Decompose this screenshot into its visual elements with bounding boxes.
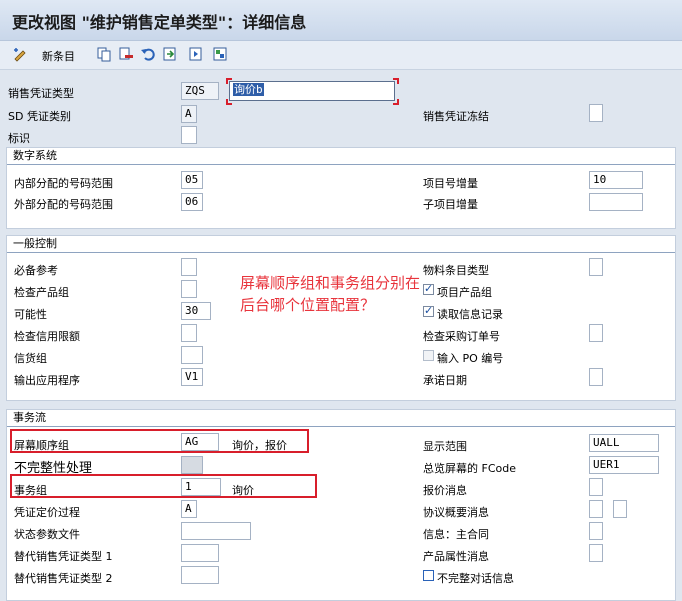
item-increment-label: 项目号增量 [423, 177, 478, 190]
delete-icon[interactable] [118, 46, 134, 62]
enter-po-number-checkbox[interactable] [423, 350, 434, 361]
page-title: 更改视图 "维护销售定单类型"：详细信息 [12, 13, 307, 32]
item-division-label: 项目产品组 [437, 286, 492, 299]
internal-range-field[interactable]: 05 [181, 171, 203, 189]
material-entry-type-label: 物料条目类型 [423, 264, 489, 277]
alt-doc-type2-field[interactable] [181, 566, 219, 584]
next-entry-icon[interactable] [188, 46, 204, 62]
display-range-field[interactable]: UALL [589, 434, 659, 452]
transaction-group-desc: 询价 [232, 484, 254, 497]
fcode-field[interactable]: UER1 [589, 456, 659, 474]
copy-icon[interactable] [96, 46, 112, 62]
item-division-checkbox[interactable] [423, 282, 434, 295]
outline-agr-msg-label: 协议概要消息 [423, 506, 489, 519]
check-po-number-label: 检查采购订单号 [423, 330, 500, 343]
select-all-icon[interactable] [162, 46, 178, 62]
transaction-flow-title: 事务流 [7, 410, 675, 427]
sales-doc-type-label: 销售凭证类型 [8, 87, 74, 100]
display-range-label: 显示范围 [423, 440, 467, 453]
sales-doc-type-desc-field[interactable]: 询价b [229, 81, 395, 101]
product-attr-msg-label: 产品属性消息 [423, 550, 489, 563]
sd-category-field[interactable]: A [181, 105, 197, 123]
master-contract-field[interactable] [589, 522, 603, 540]
general-control-title: 一般控制 [7, 236, 675, 253]
external-range-field[interactable]: 06 [181, 193, 203, 211]
new-entries-button[interactable]: 新条目 [42, 48, 75, 64]
screen-seq-group-label: 屏幕顺序组 [14, 439, 69, 452]
undo-icon[interactable] [140, 46, 156, 62]
indicator-field[interactable] [181, 126, 197, 144]
ref-mandatory-field[interactable] [181, 258, 197, 276]
internal-range-label: 内部分配的号码范围 [14, 177, 113, 190]
check-credit-label: 检查信用限额 [14, 330, 80, 343]
check-credit-field[interactable] [181, 324, 197, 342]
fcode-label: 总览屏幕的 FCode [423, 462, 516, 475]
output-app-label: 输出应用程序 [14, 374, 80, 387]
product-attr-msg-field[interactable] [589, 544, 603, 562]
check-division-label: 检查产品组 [14, 286, 69, 299]
sales-doc-block-field[interactable] [589, 104, 603, 122]
item-increment-field[interactable]: 10 [589, 171, 643, 189]
transport-icon[interactable] [212, 46, 228, 62]
transaction-group-label: 事务组 [14, 484, 47, 497]
focus-corner-bl [226, 99, 232, 105]
annotation-note: 屏幕顺序组和事务组分别在后台哪个位置配置？ [240, 274, 421, 314]
probability-field[interactable]: 30 [181, 302, 211, 320]
focus-corner-tl [226, 78, 232, 84]
outline-agr-msg-field[interactable] [589, 500, 603, 518]
sd-category-label: SD 凭证类别 [8, 110, 71, 123]
output-app-field[interactable]: V1 [181, 368, 203, 386]
number-systems-title: 数字系统 [7, 148, 675, 165]
outline-agr-msg-field-2[interactable] [613, 500, 627, 518]
alt-doc-type1-field[interactable] [181, 544, 219, 562]
quotation-msg-label: 报价消息 [423, 484, 467, 497]
doc-pricing-field[interactable]: A [181, 500, 197, 518]
alt-doc-type2-label: 替代销售凭证类型 2 [14, 572, 113, 585]
status-profile-field[interactable] [181, 522, 251, 540]
incomplete-dialog-checkbox[interactable] [423, 570, 434, 581]
transaction-group-highlight [10, 474, 317, 498]
incomplete-dialog-label: 不完整对话信息 [437, 572, 514, 585]
probability-label: 可能性 [14, 308, 47, 321]
screen-seq-group-field[interactable]: AG [181, 433, 219, 451]
read-info-record-label: 读取信息记录 [437, 308, 503, 321]
sales-doc-type-field[interactable]: ZQS [181, 82, 219, 100]
edit-pencil-icon[interactable] [12, 46, 28, 62]
check-division-field[interactable] [181, 280, 197, 298]
incompleteness-field [181, 456, 203, 474]
enter-po-number-label: 输入 PO 编号 [437, 352, 504, 365]
screen-seq-group-desc: 询价，报价 [232, 439, 287, 452]
indicator-label: 标识 [8, 132, 30, 145]
sub-item-increment-field[interactable] [589, 193, 643, 211]
commitment-date-field[interactable] [589, 368, 603, 386]
status-profile-label: 状态参数文件 [14, 528, 80, 541]
check-po-number-field[interactable] [589, 324, 603, 342]
general-control-section: 一般控制 [6, 235, 676, 401]
material-entry-type-field[interactable] [589, 258, 603, 276]
credit-group-field[interactable] [181, 346, 203, 364]
master-contract-label: 信息：主合同 [423, 528, 489, 541]
doc-pricing-label: 凭证定价过程 [14, 506, 80, 519]
focus-corner-tr [393, 78, 399, 84]
toolbar: 新条目 [0, 41, 682, 70]
focus-corner-br [393, 99, 399, 105]
title-bar: 更改视图 "维护销售定单类型"：详细信息 [0, 0, 682, 41]
alt-doc-type1-label: 替代销售凭证类型 1 [14, 550, 113, 563]
external-range-label: 外部分配的号码范围 [14, 198, 113, 211]
commitment-date-label: 承诺日期 [423, 374, 467, 387]
credit-group-label: 信货组 [14, 352, 47, 365]
ref-mandatory-label: 必备参考 [14, 264, 58, 277]
transaction-group-field[interactable]: 1 [181, 478, 221, 496]
quotation-msg-field[interactable] [589, 478, 603, 496]
read-info-record-checkbox[interactable] [423, 304, 434, 317]
sales-doc-block-label: 销售凭证冻结 [423, 110, 489, 123]
sub-item-increment-label: 子项目增量 [423, 198, 478, 211]
